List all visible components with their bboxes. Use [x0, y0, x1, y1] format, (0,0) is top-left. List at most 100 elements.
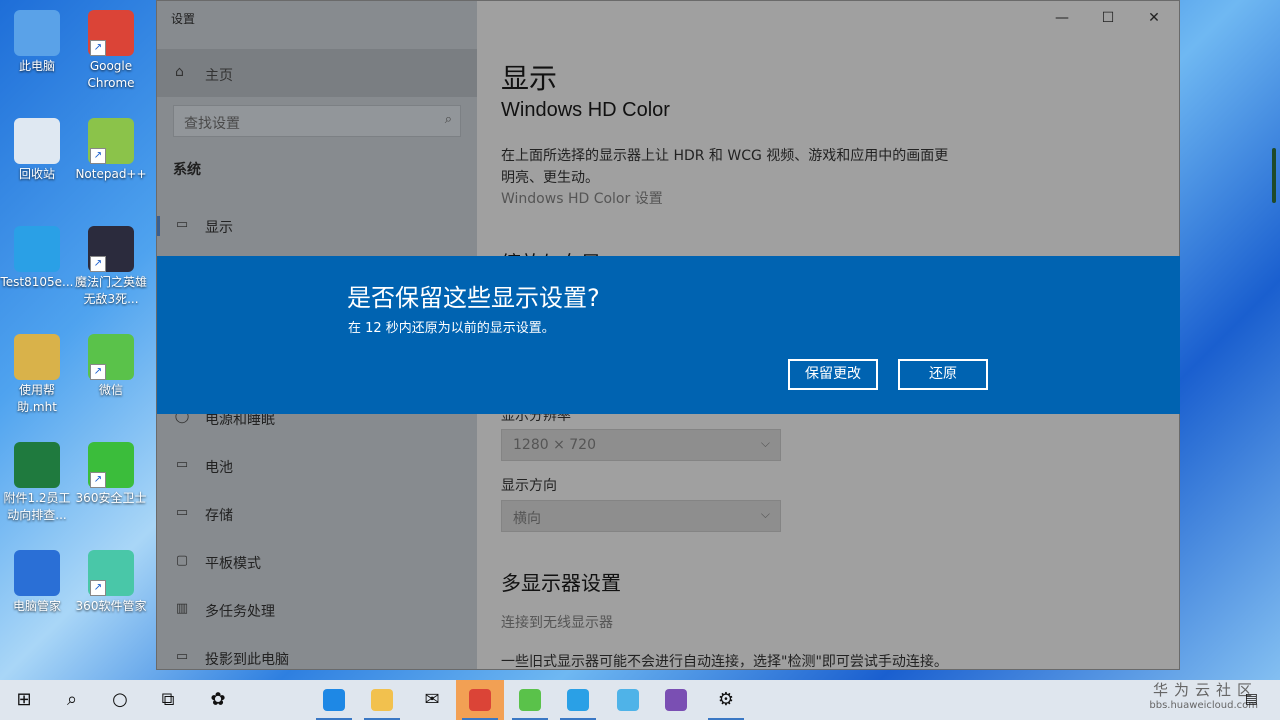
- hd-color-heading: Windows HD Color: [501, 99, 670, 121]
- orientation-label: 显示方向: [501, 478, 557, 494]
- desktop-icon[interactable]: ↗ 魔法门之英雄无敌3死...: [74, 218, 148, 308]
- home-icon: ⌂: [175, 64, 184, 80]
- desktop-icon[interactable]: ↗ Google Chrome: [74, 2, 148, 92]
- resolution-dropdown[interactable]: 1280 × 720 ⌵: [501, 429, 781, 461]
- battery-icon: ▭: [175, 457, 189, 472]
- cloud-drive-glyph: [617, 689, 639, 711]
- notification-icon[interactable]: ▤: [1245, 691, 1258, 707]
- monitor-icon: ▭: [175, 217, 189, 232]
- sidebar-item-label: 显示: [205, 220, 233, 236]
- cloud-drive-icon[interactable]: [604, 680, 652, 720]
- desktop-icon-label: 附件1.2员工动向排查...: [3, 491, 71, 522]
- shortcut-arrow-icon: ↗: [90, 580, 106, 596]
- sidebar-item-label: 存储: [205, 508, 233, 524]
- watermark-main: 华为云社区: [1152, 681, 1258, 699]
- desktop-icon-label: 使用帮助.mht: [17, 383, 57, 414]
- sidebar-item[interactable]: ▢ 平板模式: [157, 542, 477, 582]
- maximize-button[interactable]: ☐: [1085, 1, 1131, 35]
- desktop-icon[interactable]: 使用帮助.mht: [0, 326, 74, 416]
- wechat-icon[interactable]: [506, 680, 554, 720]
- desktop-icon-label: Notepad++: [75, 167, 147, 181]
- window-title: 设置: [171, 12, 196, 26]
- sidebar-item[interactable]: ▭ 投影到此电脑: [157, 638, 477, 669]
- cloud-app-icon[interactable]: [554, 680, 602, 720]
- desktop-icon-label: 电脑管家: [12, 599, 61, 613]
- 360-software-icon: ↗: [88, 550, 134, 596]
- winrar-glyph: [665, 689, 687, 711]
- dialog-message: 在 12 秒内还原为以前的显示设置。: [348, 321, 555, 336]
- desktop-icon-label: Test8105e...: [0, 275, 74, 289]
- desktop-icon-label: 回收站: [18, 167, 55, 181]
- watermark: 华为云社区 bbs.huaweicloud.com: [1149, 680, 1258, 712]
- desktop-icon[interactable]: 电脑管家: [0, 542, 74, 615]
- cortana-icon[interactable]: ○: [96, 680, 144, 720]
- keep-changes-button[interactable]: 保留更改: [788, 359, 878, 390]
- multitask-icon: ▥: [175, 601, 189, 616]
- desktop-icon[interactable]: 回收站: [0, 110, 74, 183]
- project-icon: ▭: [175, 649, 189, 664]
- start-glyph: ⊞: [16, 689, 32, 710]
- shortcut-arrow-icon: ↗: [90, 364, 106, 380]
- orientation-dropdown[interactable]: 横向 ⌵: [501, 500, 781, 532]
- desktop-icon-label: 360软件管家: [75, 599, 147, 613]
- sidebar-item[interactable]: ▭ 显示: [157, 206, 477, 246]
- desktop-icon[interactable]: 附件1.2员工动向排查...: [0, 434, 74, 524]
- sidebar-item-label: 平板模式: [205, 556, 261, 572]
- desktop-icon-label: 此电脑: [18, 59, 55, 73]
- search-icon[interactable]: ⌕: [48, 680, 96, 720]
- ie-icon: [14, 226, 60, 272]
- pc-manager-icon: [14, 550, 60, 596]
- taskbar: ⊞ ⌕ ○ ⧉ ✿ ✉ ⚙: [0, 680, 1280, 720]
- wechat-glyph: [519, 689, 541, 711]
- revert-button[interactable]: 还原: [898, 359, 988, 390]
- winrar-icon[interactable]: [652, 680, 700, 720]
- sidebar-item[interactable]: ▭ 电池: [157, 446, 477, 486]
- task-view-icon[interactable]: ⧉: [144, 680, 192, 720]
- settings-glyph: ⚙: [717, 689, 735, 710]
- orientation-value: 横向: [513, 511, 541, 527]
- chrome-icon[interactable]: [456, 680, 504, 720]
- close-button[interactable]: ✕: [1131, 1, 1177, 35]
- desktop-icon[interactable]: 此电脑: [0, 2, 74, 75]
- settings-icon[interactable]: ⚙: [702, 680, 750, 720]
- hd-color-description: 在上面所选择的显示器上让 HDR 和 WCG 视频、游戏和应用中的画面更明亮、更…: [501, 148, 949, 186]
- storage-icon: ▭: [175, 505, 189, 520]
- search-glyph: ⌕: [66, 689, 78, 710]
- desktop-icon[interactable]: Test8105e...: [0, 218, 74, 291]
- keep-display-settings-dialog: 是否保留这些显示设置? 在 12 秒内还原为以前的显示设置。 保留更改 还原: [157, 256, 1180, 414]
- search-icon: ⌕: [444, 112, 452, 127]
- app-icon[interactable]: ✿: [194, 680, 242, 720]
- excel-icon: [14, 442, 60, 488]
- start-icon[interactable]: ⊞: [0, 680, 48, 720]
- desktop-icon[interactable]: ↗ 微信: [74, 326, 148, 399]
- hd-color-settings-link[interactable]: Windows HD Color 设置: [501, 188, 663, 208]
- desktop-icon-label: 微信: [98, 383, 123, 397]
- sidebar-item-label: 投影到此电脑: [205, 652, 289, 668]
- wireless-display-link[interactable]: 连接到无线显示器: [501, 612, 613, 632]
- file-explorer-icon[interactable]: [358, 680, 406, 720]
- shortcut-arrow-icon: ↗: [90, 256, 106, 272]
- minimize-button[interactable]: —: [1039, 1, 1085, 35]
- sidebar-item[interactable]: ▥ 多任务处理: [157, 590, 477, 630]
- settings-search[interactable]: 查找设置 ⌕: [173, 105, 461, 137]
- app-glyph: ✿: [210, 689, 226, 710]
- mail-icon[interactable]: ✉: [408, 680, 456, 720]
- chevron-down-icon: ⌵: [760, 436, 770, 450]
- desktop-icon[interactable]: ↗ 360安全卫士: [74, 434, 148, 507]
- edge-icon[interactable]: [310, 680, 358, 720]
- sidebar-home[interactable]: ⌂ 主页: [157, 49, 477, 97]
- sidebar-item[interactable]: ▭ 存储: [157, 494, 477, 534]
- recycle-bin-icon: [14, 118, 60, 164]
- edge-glyph: [323, 689, 345, 711]
- chrome-glyph: [469, 689, 491, 711]
- scroll-indicator[interactable]: [1272, 148, 1276, 203]
- multi-display-heading: 多显示器设置: [501, 571, 621, 595]
- desktop-icon-label: 魔法门之英雄无敌3死...: [74, 275, 147, 306]
- chrome-icon: ↗: [88, 10, 134, 56]
- task-view-glyph: ⧉: [161, 689, 175, 710]
- sidebar-home-label: 主页: [205, 68, 233, 84]
- desktop-icon[interactable]: ↗ 360软件管家: [74, 542, 148, 615]
- shortcut-arrow-icon: ↗: [90, 148, 106, 164]
- watermark-sub: bbs.huaweicloud.com: [1149, 700, 1258, 711]
- desktop-icon[interactable]: ↗ Notepad++: [74, 110, 148, 183]
